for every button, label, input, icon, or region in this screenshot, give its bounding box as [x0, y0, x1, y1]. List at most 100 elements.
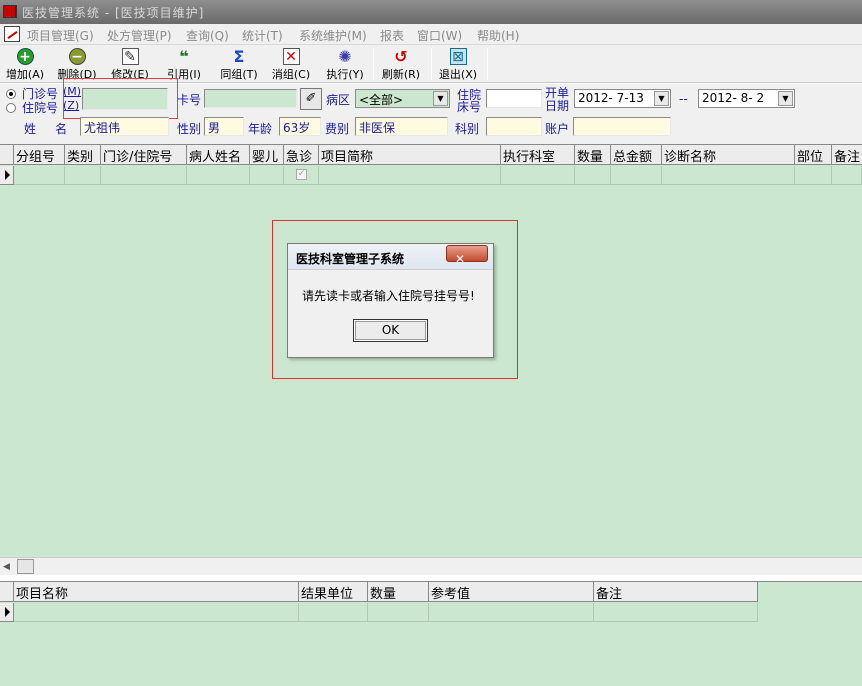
message-dialog: 医技科室管理子系统 ✕ 请先读卡或者输入住院号挂号号! OK: [287, 243, 494, 358]
menu-project[interactable]: 项目管理(G): [27, 27, 94, 44]
remove-group-button[interactable]: ✕ 消组(C): [269, 47, 313, 81]
read-card-button[interactable]: ✐: [300, 88, 322, 110]
dialog-title-bar[interactable]: 医技科室管理子系统 ✕: [288, 244, 493, 270]
table-cell[interactable]: [795, 166, 832, 185]
delete-button[interactable]: − 删除(D): [55, 47, 99, 81]
window-title: 医技管理系统 - [医技项目维护]: [22, 6, 205, 20]
edit-button[interactable]: ✎ 修改(E): [108, 47, 152, 81]
quote-icon: ❝: [179, 47, 189, 66]
column-header[interactable]: 总金额: [611, 145, 662, 165]
ok-button[interactable]: OK: [353, 319, 428, 342]
table-cell[interactable]: [101, 166, 187, 185]
end-date-value: 2012- 8- 2: [702, 91, 765, 105]
gender-label: 性别: [177, 122, 202, 136]
card-label: 卡号: [177, 93, 202, 107]
column-header[interactable]: 病人姓名: [187, 145, 250, 165]
department-field: [486, 117, 542, 136]
start-date-value: 2012- 7-13: [578, 91, 644, 105]
quote-button[interactable]: ❝ 引用(I): [162, 47, 206, 81]
table-cell[interactable]: [368, 603, 429, 622]
column-header[interactable]: 项目简称: [319, 145, 501, 165]
toolbar-separator: [487, 48, 488, 80]
column-header[interactable]: 部位: [795, 145, 832, 165]
menu-help[interactable]: 帮助(H): [477, 27, 519, 44]
age-label: 年龄: [248, 122, 273, 136]
inpatient-radio[interactable]: [6, 103, 16, 113]
close-button[interactable]: ✕: [446, 245, 488, 266]
chevron-down-icon[interactable]: ▼: [654, 91, 669, 106]
table-cell[interactable]: [299, 603, 368, 622]
patient-name-field: 尤祖伟: [80, 117, 169, 136]
table-cell[interactable]: [662, 166, 795, 185]
exit-label: 退出(X): [438, 68, 478, 81]
refresh-button[interactable]: ↺ 刷新(R): [379, 47, 423, 81]
bed-label-bottom: 床号: [457, 100, 482, 114]
table-cell[interactable]: [14, 166, 65, 185]
column-header[interactable]: 数量: [368, 582, 429, 602]
table-cell[interactable]: [319, 166, 501, 185]
menu-statistics[interactable]: 统计(T): [242, 27, 283, 44]
horizontal-scrollbar[interactable]: ◀: [0, 557, 862, 575]
name-label: 姓 名: [24, 122, 68, 136]
column-header[interactable]: 参考值: [429, 582, 594, 602]
column-header[interactable]: 结果单位: [299, 582, 368, 602]
table-cell[interactable]: [14, 603, 299, 622]
menu-system[interactable]: 系统维护(M): [299, 27, 367, 44]
ward-select[interactable]: <全部> ▼: [355, 89, 450, 108]
column-header[interactable]: 执行科室: [501, 145, 575, 165]
gender-field: 男: [204, 117, 244, 136]
column-header[interactable]: 备注: [594, 582, 758, 602]
ward-value: <全部>: [359, 93, 404, 107]
table-cell[interactable]: [429, 603, 594, 622]
patient-number-input[interactable]: [82, 88, 168, 110]
current-row-indicator[interactable]: [0, 603, 14, 622]
table-cell[interactable]: [832, 166, 862, 185]
table-cell[interactable]: [65, 166, 101, 185]
table-row[interactable]: ✓: [0, 166, 862, 185]
column-header[interactable]: 分组号: [14, 145, 65, 165]
menu-report[interactable]: 报表: [380, 27, 404, 44]
column-header[interactable]: 类别: [65, 145, 101, 165]
exit-button[interactable]: ⊠ 退出(X): [436, 47, 480, 81]
execute-button[interactable]: ✺ 执行(Y): [323, 47, 367, 81]
table-cell[interactable]: [611, 166, 662, 185]
column-header[interactable]: 备注: [832, 145, 862, 165]
menu-query[interactable]: 查询(Q): [186, 27, 229, 44]
column-header[interactable]: 数量: [575, 145, 611, 165]
table-cell[interactable]: [187, 166, 250, 185]
results-grid[interactable]: 项目名称 结果单位 数量 参考值 备注: [0, 581, 862, 686]
start-date-picker[interactable]: 2012- 7-13 ▼: [574, 89, 671, 108]
chevron-down-icon[interactable]: ▼: [433, 91, 448, 106]
chevron-down-icon[interactable]: ▼: [778, 91, 793, 106]
remove-group-icon: ✕: [282, 48, 300, 65]
column-header[interactable]: 急诊: [284, 145, 319, 165]
remove-group-label: 消组(C): [271, 68, 311, 81]
column-header[interactable]: 项目名称: [14, 582, 299, 602]
scroll-left-icon[interactable]: ◀: [3, 562, 10, 572]
table-cell[interactable]: [501, 166, 575, 185]
column-header[interactable]: 门诊/住院号: [101, 145, 187, 165]
end-date-picker[interactable]: 2012- 8- 2 ▼: [698, 89, 795, 108]
fee-type-field: 非医保: [355, 117, 448, 136]
card-number-input[interactable]: [204, 89, 297, 108]
table-row[interactable]: [0, 603, 758, 622]
table-cell[interactable]: [575, 166, 611, 185]
menu-window[interactable]: 窗口(W): [417, 27, 462, 44]
emergency-checkbox[interactable]: ✓: [296, 169, 307, 180]
document-icon[interactable]: [4, 26, 20, 42]
menu-prescription[interactable]: 处方管理(P): [107, 27, 172, 44]
table-cell[interactable]: [594, 603, 758, 622]
table-cell[interactable]: [250, 166, 284, 185]
table-cell[interactable]: ✓: [284, 166, 319, 185]
column-header[interactable]: 婴儿: [250, 145, 284, 165]
outpatient-radio[interactable]: [6, 89, 16, 99]
add-button[interactable]: + 增加(A): [3, 47, 47, 81]
same-group-button[interactable]: Σ 同组(T): [217, 47, 261, 81]
dialog-title: 医技科室管理子系统: [296, 252, 405, 266]
column-header[interactable]: 诊断名称: [662, 145, 795, 165]
toolbar-separator: [431, 48, 432, 80]
bed-number-input[interactable]: [486, 89, 542, 108]
current-row-indicator[interactable]: [0, 166, 14, 185]
scroll-thumb[interactable]: [17, 559, 34, 574]
sum-icon: Σ: [233, 47, 245, 66]
